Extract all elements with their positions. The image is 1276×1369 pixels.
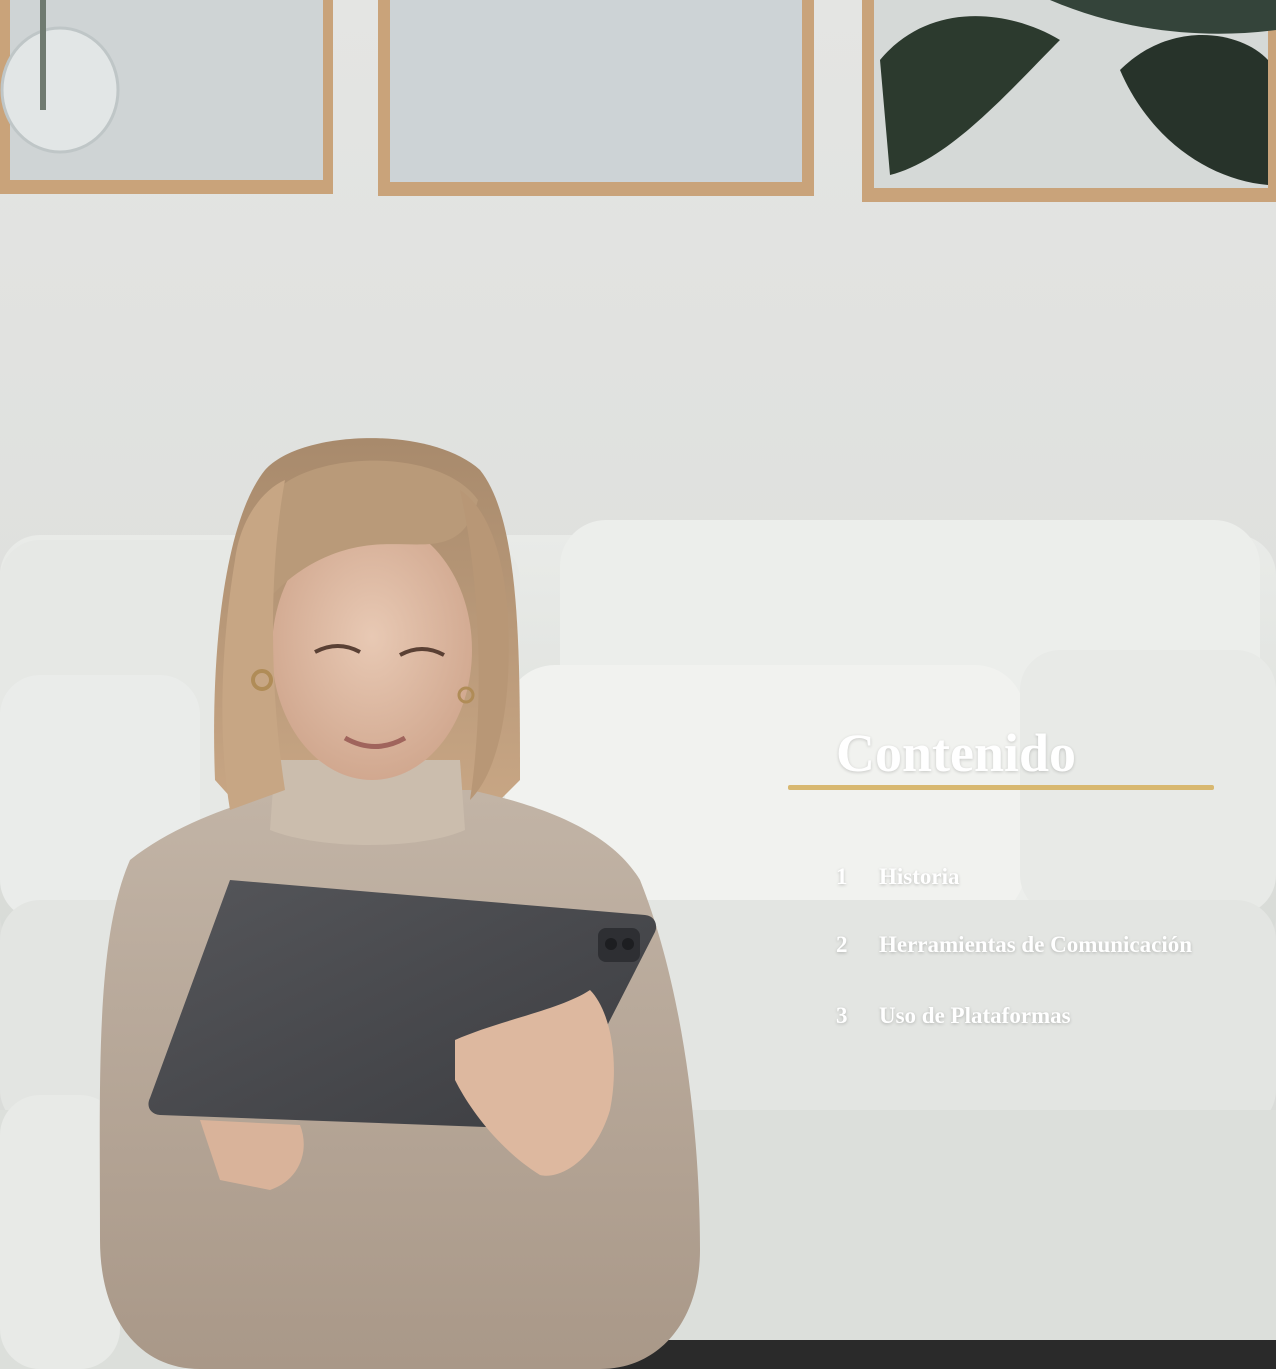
- toc-item-plataformas[interactable]: 3 Uso de Plataformas: [836, 1001, 1071, 1031]
- toc-item-historia[interactable]: 1 Historia: [836, 862, 960, 892]
- document-page: Contenido 1 Historia 2 Herramientas de Com…: [0, 0, 1276, 1369]
- toc-item-number: 3: [836, 1003, 848, 1028]
- toc-item-label: Uso de Plataformas: [879, 1003, 1071, 1028]
- toc-item-label: Historia: [879, 864, 960, 889]
- toc-divider: [788, 785, 1214, 790]
- toc-item-number: 1: [836, 864, 848, 889]
- toc-item-number: 2: [836, 932, 848, 957]
- table-of-contents: Contenido 1 Historia 2 Herramientas de Com…: [0, 0, 1276, 1369]
- toc-item-label: Herramientas de Comunicación: [879, 932, 1193, 957]
- toc-heading: Contenido: [836, 723, 1077, 783]
- toc-item-herramientas[interactable]: 2 Herramientas de Comunicación: [836, 930, 1192, 960]
